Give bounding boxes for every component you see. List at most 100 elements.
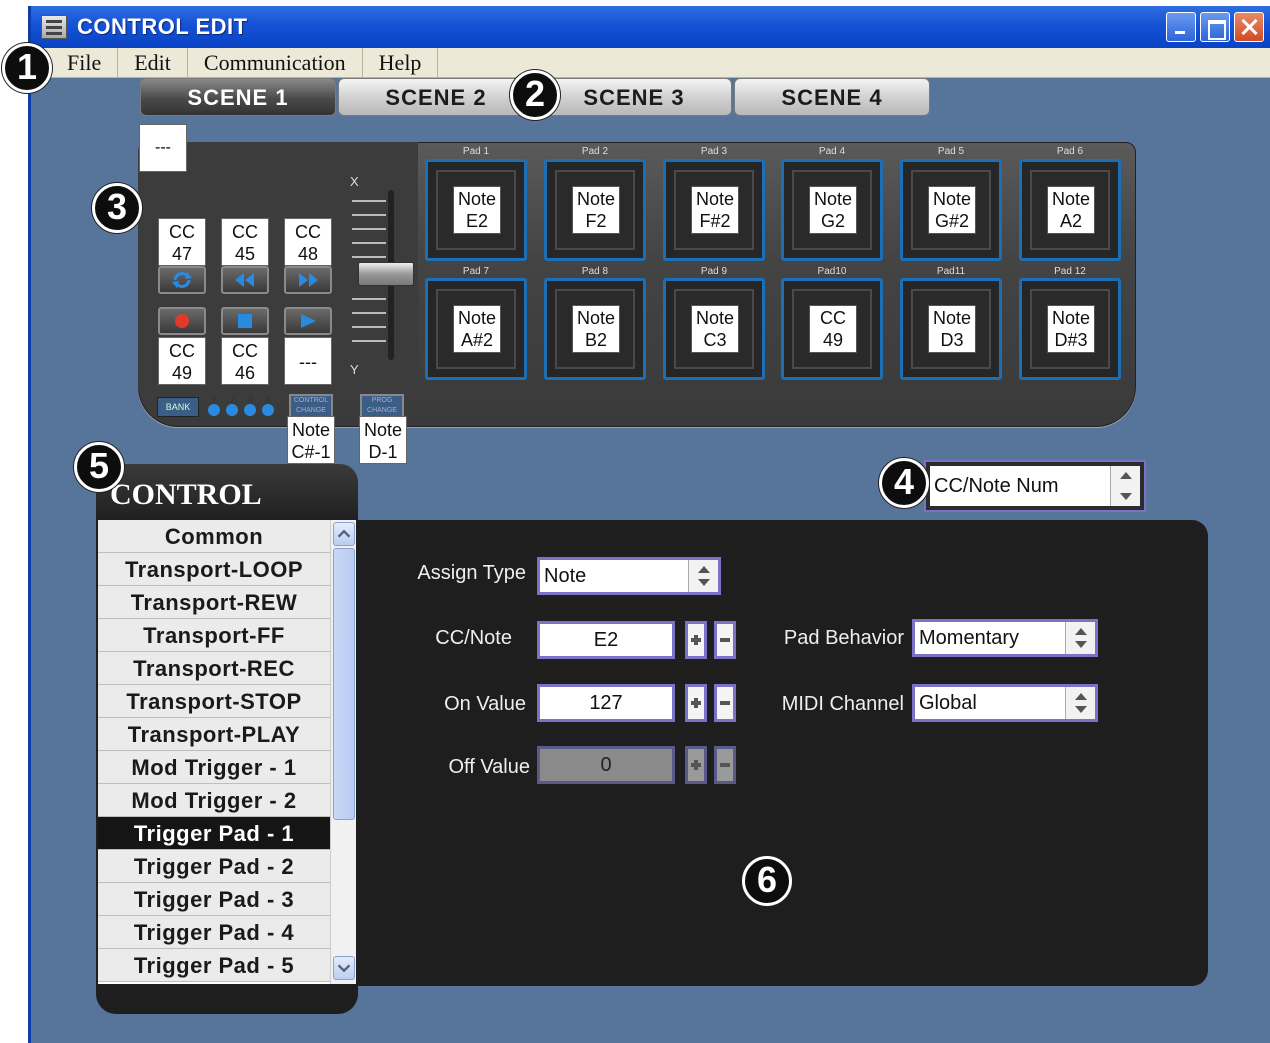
bank-led	[226, 404, 238, 416]
pad-12[interactable]: Note D#3	[1019, 278, 1121, 380]
on-value-increment[interactable]	[685, 684, 707, 722]
play-icon	[301, 314, 316, 328]
midi-channel-select[interactable]: Global	[912, 684, 1098, 722]
fader-knob[interactable]	[358, 262, 414, 286]
bank-led	[262, 404, 274, 416]
pad-7[interactable]: Note A#2	[425, 278, 527, 380]
tab-scene-2[interactable]: SCENE 2	[338, 78, 534, 116]
pad-8[interactable]: Note B2	[544, 278, 646, 380]
menu-file[interactable]: File	[51, 47, 119, 78]
list-item[interactable]: Transport-PLAY	[98, 718, 330, 751]
transport-ff-button[interactable]	[284, 266, 332, 294]
pad-value-line2: F#2	[699, 211, 731, 231]
pad-10-value: CC 49	[809, 305, 857, 353]
list-item[interactable]: Transport-FF	[98, 619, 330, 652]
close-button[interactable]	[1234, 12, 1264, 42]
cc-note-field[interactable]: E2	[537, 621, 675, 659]
list-item[interactable]: Transport-STOP	[98, 685, 330, 718]
title-bar[interactable]: CONTROL EDIT	[31, 6, 1270, 48]
menu-edit[interactable]: Edit	[118, 47, 188, 78]
fader-tick	[352, 214, 386, 216]
pad-6[interactable]: Note A2	[1019, 159, 1121, 261]
mod-label-loop[interactable]: CC 47	[158, 218, 206, 266]
pad-value-line1: Note	[932, 189, 972, 209]
tab-scene-3[interactable]: SCENE 3	[536, 78, 732, 116]
bank-led	[244, 404, 256, 416]
assign-type-select[interactable]: Note	[537, 557, 721, 595]
tab-scene-1[interactable]: SCENE 1	[140, 78, 336, 116]
mod-label-line2: 47	[171, 244, 193, 264]
pad-behavior-select[interactable]: Momentary	[912, 619, 1098, 657]
pad-8-label: Pad 8	[581, 266, 609, 277]
plus-icon	[688, 687, 704, 719]
list-item[interactable]: Trigger Pad - 5	[98, 949, 330, 982]
pad-10[interactable]: CC 49	[781, 278, 883, 380]
assign-line2: C#-1	[291, 442, 331, 462]
list-item-selected[interactable]: Trigger Pad - 1	[98, 817, 330, 850]
off-value-field: 0	[537, 746, 675, 784]
mod-label-stop[interactable]: CC 46	[221, 337, 269, 385]
pad-3[interactable]: Note F#2	[663, 159, 765, 261]
menu-help[interactable]: Help	[363, 47, 439, 78]
mod-label-rew[interactable]: CC 45	[221, 218, 269, 266]
pad-11[interactable]: Note D3	[900, 278, 1002, 380]
scroll-down-button[interactable]	[333, 956, 355, 980]
pad-value-line2: G#2	[934, 211, 970, 231]
list-item[interactable]: Trigger Pad - 3	[98, 883, 330, 916]
control-change-button[interactable]: CONTROL CHANGE	[289, 394, 333, 418]
fader-tick	[352, 242, 386, 244]
list-item[interactable]: Transport-REW	[98, 586, 330, 619]
pad-7-label: Pad 7	[462, 266, 490, 277]
transport-loop-button[interactable]	[158, 266, 206, 294]
select-arrows-icon	[1110, 466, 1140, 506]
mod-label-rec[interactable]: CC 49	[158, 337, 206, 385]
pad-6-label: Pad 6	[1056, 146, 1084, 157]
mod-label-ff[interactable]: CC 48	[284, 218, 332, 266]
pad-9[interactable]: Note C3	[663, 278, 765, 380]
cc-note-increment[interactable]	[685, 621, 707, 659]
cc-note-decrement[interactable]	[714, 621, 736, 659]
maximize-button[interactable]	[1200, 12, 1230, 42]
scroll-up-button[interactable]	[333, 522, 355, 546]
transport-rew-button[interactable]	[221, 266, 269, 294]
on-value-decrement[interactable]	[714, 684, 736, 722]
on-value-field[interactable]: 127	[537, 684, 675, 722]
pad-1[interactable]: Note E2	[425, 159, 527, 261]
display-mode-select[interactable]: CC/Note Num	[924, 460, 1146, 512]
list-item[interactable]: Transport-LOOP	[98, 553, 330, 586]
minimize-button[interactable]	[1166, 12, 1196, 42]
pad-1-value: Note E2	[453, 186, 501, 234]
list-item[interactable]: Mod Trigger - 1	[98, 751, 330, 784]
transport-play-button[interactable]	[284, 307, 332, 335]
device-display[interactable]: ---	[139, 124, 187, 172]
list-item[interactable]: Mod Trigger - 2	[98, 784, 330, 817]
fader-tick	[352, 200, 386, 202]
mod-label-play[interactable]: ---	[284, 337, 332, 385]
assign-line1: Note	[291, 420, 331, 440]
cc-button-assignment[interactable]: Note C#-1	[287, 416, 335, 464]
transport-rec-button[interactable]	[158, 307, 206, 335]
mod-label-line2: 49	[171, 363, 193, 383]
bank-button[interactable]: BANK	[157, 397, 199, 417]
pad-10-label: Pad10	[817, 266, 847, 277]
pad-4[interactable]: Note G2	[781, 159, 883, 261]
callout-1: 1	[2, 43, 52, 93]
pad-2[interactable]: Note F2	[544, 159, 646, 261]
list-item[interactable]: Trigger Pad - 2	[98, 850, 330, 883]
list-item[interactable]: Common	[98, 520, 330, 553]
pad-value-line2: B2	[584, 330, 608, 350]
prog-change-button[interactable]: PROG CHANGE	[360, 394, 404, 418]
list-item[interactable]: Trigger Pad - 4	[98, 916, 330, 949]
pad-value-line2: A2	[1059, 211, 1083, 231]
pc-button-assignment[interactable]: Note D-1	[359, 416, 407, 464]
tab-scene-4[interactable]: SCENE 4	[734, 78, 930, 116]
scroll-thumb[interactable]	[333, 548, 355, 820]
xy-fader[interactable]: X Y	[344, 170, 414, 380]
control-list-scrollbar[interactable]	[330, 520, 356, 984]
menu-communication[interactable]: Communication	[188, 47, 363, 78]
list-item[interactable]: Transport-REC	[98, 652, 330, 685]
pad-5[interactable]: Note G#2	[900, 159, 1002, 261]
pad-value-line2: D#3	[1054, 330, 1088, 350]
transport-stop-button[interactable]	[221, 307, 269, 335]
fader-tick	[352, 312, 386, 314]
